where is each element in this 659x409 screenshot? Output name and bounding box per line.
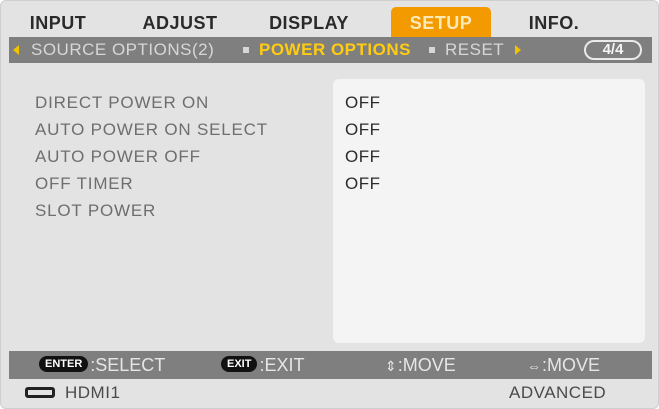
tab-display[interactable]: DISPLAY bbox=[261, 7, 357, 37]
setting-label-direct-power-on[interactable]: DIRECT POWER ON bbox=[35, 91, 209, 115]
input-source-label: HDMI1 bbox=[65, 383, 121, 402]
up-down-arrow-icon: ⇕ bbox=[385, 358, 397, 374]
key-hint-bar: ENTER:SELECT EXIT:EXIT ⇕:MOVE ⇔:MOVE bbox=[9, 351, 652, 379]
status-bar: HDMI1 ADVANCED bbox=[9, 381, 652, 405]
separator-dot bbox=[243, 47, 249, 53]
setting-value-auto-power-on-select[interactable]: OFF bbox=[345, 118, 381, 142]
hint-select: ENTER:SELECT bbox=[39, 351, 165, 379]
page-indicator: 4/4 bbox=[584, 40, 642, 60]
subtab-reset[interactable]: RESET bbox=[445, 37, 504, 63]
hint-exit: EXIT:EXIT bbox=[221, 351, 304, 379]
scroll-left-arrow-icon[interactable] bbox=[13, 45, 19, 55]
hint-move-horizontal-label: :MOVE bbox=[542, 355, 601, 375]
hint-move-horizontal: ⇔:MOVE bbox=[527, 351, 600, 379]
subtab-power-options[interactable]: POWER OPTIONS bbox=[259, 37, 411, 63]
scroll-right-arrow-icon[interactable] bbox=[515, 45, 521, 55]
enter-key-badge: ENTER bbox=[39, 356, 89, 373]
subtab-source-options-2[interactable]: SOURCE OPTIONS(2) bbox=[31, 37, 214, 63]
hint-select-label: :SELECT bbox=[90, 355, 166, 375]
separator-dot bbox=[429, 47, 435, 53]
subtab-bar: SOURCE OPTIONS(2) POWER OPTIONS RESET 4/… bbox=[9, 37, 652, 63]
setting-value-direct-power-on[interactable]: OFF bbox=[345, 91, 381, 115]
menu-mode-label: ADVANCED bbox=[509, 383, 607, 402]
osd-menu-window: INPUT ADJUST DISPLAY SETUP INFO. SOURCE … bbox=[0, 0, 659, 409]
setting-value-off-timer[interactable]: OFF bbox=[345, 172, 381, 196]
settings-panel: DIRECT POWER ON OFF AUTO POWER ON SELECT… bbox=[9, 63, 652, 350]
tab-setup[interactable]: SETUP bbox=[391, 7, 491, 37]
setting-label-off-timer[interactable]: OFF TIMER bbox=[35, 172, 134, 196]
hint-exit-label: :EXIT bbox=[259, 355, 305, 375]
main-tabs: INPUT ADJUST DISPLAY SETUP INFO. bbox=[9, 7, 654, 37]
setting-label-auto-power-on-select[interactable]: AUTO POWER ON SELECT bbox=[35, 118, 268, 142]
exit-key-badge: EXIT bbox=[221, 356, 258, 373]
tab-info[interactable]: INFO. bbox=[517, 7, 591, 37]
setting-label-slot-power[interactable]: SLOT POWER bbox=[35, 199, 156, 223]
setting-label-auto-power-off[interactable]: AUTO POWER OFF bbox=[35, 145, 201, 169]
hdmi-connector-icon bbox=[25, 387, 55, 398]
hint-move-vertical-label: :MOVE bbox=[397, 355, 456, 375]
hint-move-vertical: ⇕:MOVE bbox=[385, 351, 456, 379]
setting-value-auto-power-off[interactable]: OFF bbox=[345, 145, 381, 169]
tab-input[interactable]: INPUT bbox=[23, 7, 93, 37]
tab-adjust[interactable]: ADJUST bbox=[137, 7, 223, 37]
left-right-arrow-icon: ⇔ bbox=[527, 358, 541, 374]
